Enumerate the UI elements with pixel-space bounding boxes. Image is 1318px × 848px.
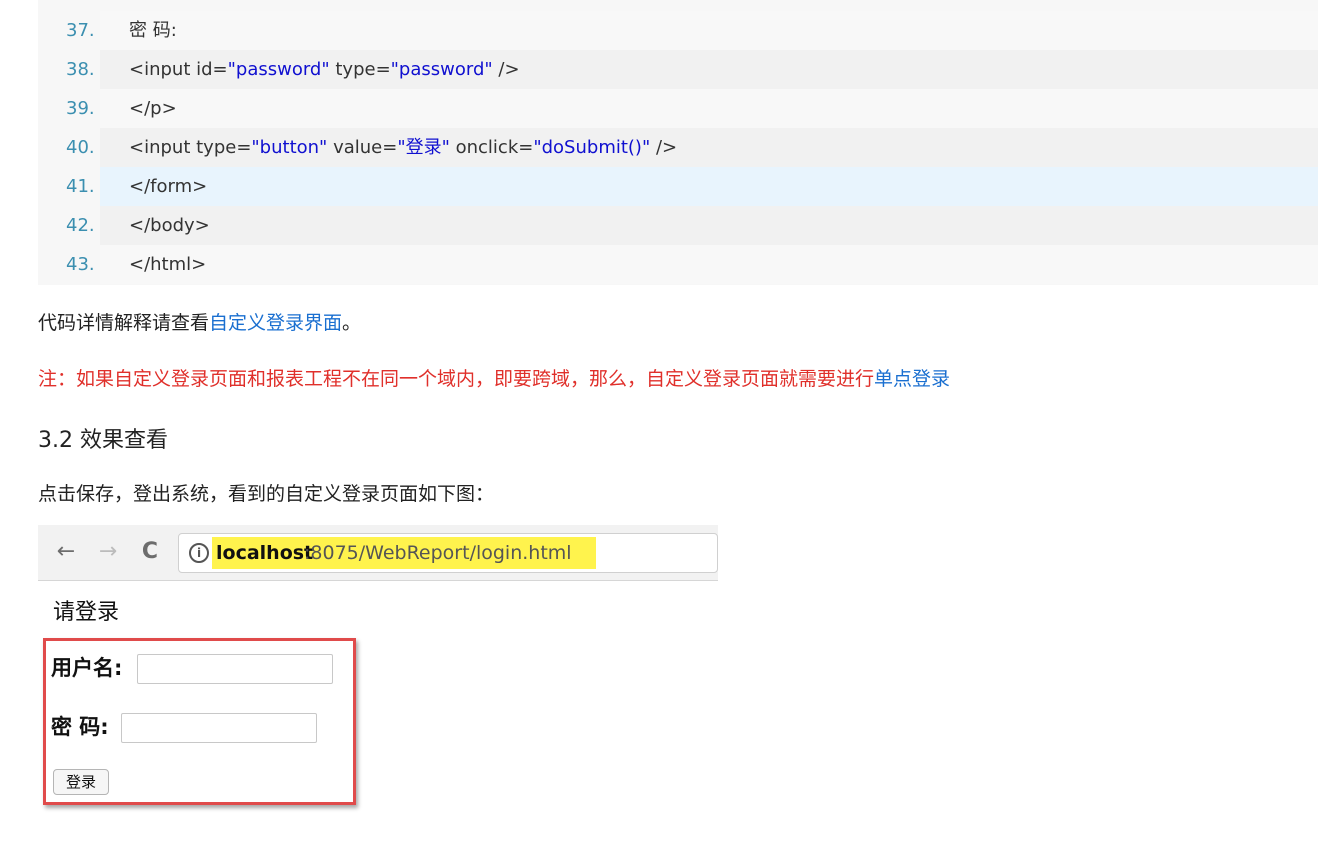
- code-string: "password": [390, 59, 493, 80]
- line-number: 37.: [38, 11, 100, 50]
- code-text: <input type="button" value="登录" onclick=…: [100, 128, 1318, 167]
- note-text: 注：如果自定义登录页面和报表工程不在同一个域内，即要跨域，那么，自定义登录页面就…: [38, 368, 875, 390]
- sso-link[interactable]: 单点登录: [874, 368, 950, 390]
- back-arrow-icon[interactable]: ←: [52, 537, 80, 567]
- info-icon[interactable]: i: [189, 543, 209, 563]
- code-token: value=: [327, 137, 398, 158]
- explain-prefix: 代码详情解释请查看: [38, 312, 210, 334]
- code-line: 37. 密 码:: [38, 11, 1318, 50]
- note-paragraph: 注：如果自定义登录页面和报表工程不在同一个域内，即要跨域，那么，自定义登录页面就…: [38, 366, 950, 392]
- login-title: 请登录: [53, 600, 120, 625]
- custom-login-link[interactable]: 自定义登录界面: [209, 312, 342, 334]
- code-string: "button": [251, 137, 328, 158]
- code-line: 39. </p>: [38, 89, 1318, 128]
- code-line: 41. </form>: [38, 167, 1318, 206]
- line-number: 42.: [38, 206, 100, 245]
- line-number: 38.: [38, 50, 100, 89]
- password-input[interactable]: [121, 713, 317, 743]
- password-label: 密 码:: [51, 715, 109, 739]
- line-number: 41.: [38, 167, 100, 206]
- code-token: </form>: [129, 176, 208, 197]
- code-token: </body>: [129, 215, 210, 236]
- url-path: :8075/WebReport/login.html: [304, 542, 572, 564]
- code-line: 40. <input type="button" value="登录" oncli…: [38, 128, 1318, 167]
- browser-toolbar: ← → C i localhost :8075/WebReport/login.…: [38, 525, 718, 581]
- code-line: 43. </html>: [38, 245, 1318, 284]
- code-string: "doSubmit()": [533, 137, 651, 158]
- line-number: 40.: [38, 128, 100, 167]
- code-block: 37. 密 码: 38. <input id="password" type="pas…: [38, 0, 1318, 285]
- code-text: <input id="password" type="password" />: [100, 50, 1318, 89]
- code-string: "登录": [397, 137, 450, 158]
- code-token: <input id=: [129, 59, 228, 80]
- section-heading: 3.2 效果查看: [38, 428, 168, 453]
- login-screenshot: ← → C i localhost :8075/WebReport/login.…: [38, 525, 718, 815]
- code-string: "password": [227, 59, 330, 80]
- code-token: <input type=: [129, 137, 252, 158]
- code-token: onclick=: [449, 137, 534, 158]
- line-number: 39.: [38, 89, 100, 128]
- code-token: />: [650, 137, 678, 158]
- code-text: </html>: [100, 245, 1318, 284]
- code-text: </body>: [100, 206, 1318, 245]
- intro-paragraph: 点击保存，登出系统，看到的自定义登录页面如下图：: [38, 483, 495, 505]
- explain-suffix: 。: [342, 312, 362, 334]
- code-token: 密 码:: [129, 20, 177, 41]
- line-number: 43.: [38, 245, 100, 284]
- code-line: 38. <input id="password" type="password" …: [38, 50, 1318, 89]
- code-text: 密 码:: [100, 11, 1318, 50]
- code-text: </form>: [100, 167, 1318, 206]
- login-form-highlight: 用户名: 密 码: 登录: [43, 638, 356, 805]
- forward-arrow-icon[interactable]: →: [94, 537, 122, 567]
- address-bar[interactable]: i localhost :8075/WebReport/login.html: [178, 533, 718, 573]
- code-text: </p>: [100, 89, 1318, 128]
- code-token: />: [492, 59, 520, 80]
- code-token: type=: [329, 59, 391, 80]
- reload-icon[interactable]: C: [136, 537, 164, 567]
- username-input[interactable]: [137, 654, 333, 684]
- code-token: </p>: [129, 98, 177, 119]
- code-line: 42. </body>: [38, 206, 1318, 245]
- login-button[interactable]: 登录: [53, 769, 109, 795]
- username-label: 用户名:: [51, 656, 123, 680]
- code-token: </html>: [129, 254, 207, 275]
- url-host: localhost: [216, 542, 314, 564]
- explain-paragraph: 代码详情解释请查看自定义登录界面。: [38, 310, 361, 336]
